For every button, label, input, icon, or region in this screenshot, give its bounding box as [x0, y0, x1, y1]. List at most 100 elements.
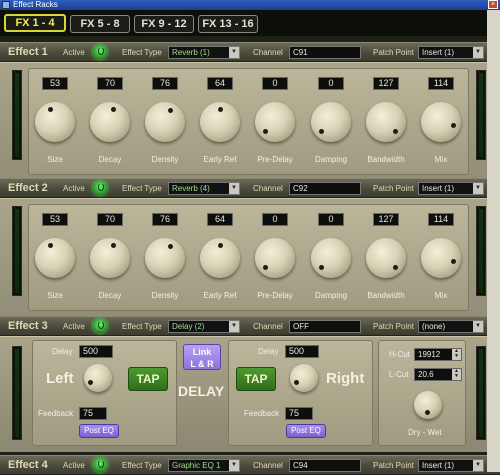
chevron-down-icon[interactable]: ▼ [229, 321, 239, 332]
post-eq-right-button[interactable]: Post EQ [286, 424, 326, 438]
parameter-knob[interactable] [255, 102, 295, 142]
effect-type-dropdown[interactable]: Graphic EQ 1 ▼ [168, 459, 240, 472]
parameter-value[interactable]: 127 [373, 77, 399, 90]
close-button[interactable]: × [488, 0, 498, 9]
effect-type-value: Reverb (1) [172, 48, 210, 57]
parameter-value[interactable]: 0 [318, 77, 344, 90]
parameter-knob[interactable] [311, 102, 351, 142]
parameter-knob[interactable] [35, 238, 75, 278]
post-eq-left-button[interactable]: Post EQ [79, 424, 119, 438]
delay-right-knob[interactable] [290, 364, 318, 392]
parameter-knob[interactable] [90, 238, 130, 278]
active-power-button[interactable] [93, 181, 107, 195]
chevron-down-icon[interactable]: ▼ [473, 183, 483, 194]
left-channel-label: Left [46, 370, 74, 387]
tab-fx-5-8[interactable]: FX 5 - 8 [70, 15, 130, 33]
channel-field[interactable]: C94 [289, 459, 361, 472]
effect-name: Effect 3 [8, 320, 48, 332]
knob-indicator [392, 128, 398, 134]
hcut-field[interactable]: 19912 ▲ ▼ [414, 348, 462, 361]
chevron-down-icon[interactable]: ▼ [229, 47, 239, 58]
delay-right-value[interactable]: 500 [285, 345, 319, 358]
knob-indicator [450, 259, 456, 265]
chevron-down-icon[interactable]: ▼ [473, 460, 483, 471]
spinner-icon[interactable]: ▲ ▼ [452, 369, 461, 380]
feedback-right-value[interactable]: 75 [285, 407, 313, 420]
lcut-field[interactable]: 20.6 ▲ ▼ [414, 368, 462, 381]
parameter-value[interactable]: 114 [428, 213, 454, 226]
parameter-value[interactable]: 64 [207, 213, 233, 226]
window-title: Effect Racks [13, 0, 58, 9]
effect-type-dropdown[interactable]: Reverb (1) ▼ [168, 46, 240, 59]
parameter-value[interactable]: 76 [152, 77, 178, 90]
effect-type-dropdown[interactable]: Reverb (4) ▼ [168, 182, 240, 195]
patch-point-dropdown[interactable]: Insert (1) ▼ [418, 46, 484, 59]
active-power-button[interactable] [93, 458, 107, 472]
parameter-value[interactable]: 76 [152, 213, 178, 226]
parameter-knob[interactable] [311, 238, 351, 278]
patch-point-dropdown[interactable]: Insert (1) ▼ [418, 459, 484, 472]
tab-fx-1-4[interactable]: FX 1 - 4 [4, 14, 66, 32]
parameter-knob[interactable] [421, 102, 461, 142]
parameter-value[interactable]: 53 [42, 77, 68, 90]
parameter-knob[interactable] [145, 238, 185, 278]
parameter-value[interactable]: 53 [42, 213, 68, 226]
dry-wet-knob[interactable] [414, 391, 442, 419]
chevron-down-icon[interactable]: ▼ [229, 460, 239, 471]
parameter-value[interactable]: 114 [428, 77, 454, 90]
parameter-knob[interactable] [366, 102, 406, 142]
parameter-value[interactable]: 0 [262, 213, 288, 226]
channel-field[interactable]: C91 [289, 46, 361, 59]
parameter-value[interactable]: 64 [207, 77, 233, 90]
parameter-knob[interactable] [366, 238, 406, 278]
tab-fx-9-12[interactable]: FX 9 - 12 [134, 15, 194, 33]
parameter-value[interactable]: 0 [262, 77, 288, 90]
link-l-r-button[interactable]: Link L & R [183, 344, 221, 370]
parameter-knob[interactable] [255, 238, 295, 278]
delay-left-knob[interactable] [84, 364, 112, 392]
parameter-label: Decay [98, 155, 122, 164]
tap-right-button[interactable]: TAP [236, 367, 276, 391]
parameter-knob[interactable] [200, 102, 240, 142]
parameter-knob[interactable] [200, 238, 240, 278]
effect-type-value: Graphic EQ 1 [172, 461, 221, 470]
channel-label: Channel [253, 322, 283, 331]
delay-left-value[interactable]: 500 [79, 345, 113, 358]
lcut-label: L-Cut [389, 370, 409, 379]
hcut-label: H-Cut [389, 350, 410, 359]
parameter-value[interactable]: 70 [97, 77, 123, 90]
effect-type-dropdown[interactable]: Delay (2) ▼ [168, 320, 240, 333]
feedback-left-label: Feedback [38, 409, 74, 418]
tap-left-button[interactable]: TAP [128, 367, 168, 391]
parameter-value[interactable]: 0 [318, 213, 344, 226]
channel-label: Channel [253, 461, 283, 470]
parameter-value[interactable]: 127 [373, 213, 399, 226]
chevron-down-icon[interactable]: ▼ [473, 321, 483, 332]
feedback-left-value[interactable]: 75 [79, 407, 107, 420]
spinner-icon[interactable]: ▲ ▼ [452, 349, 461, 360]
tab-fx-13-16[interactable]: FX 13 - 16 [198, 15, 258, 33]
effect-type-label: Effect Type [122, 322, 162, 331]
chevron-down-icon[interactable]: ▼ [229, 183, 239, 194]
channel-field[interactable]: C92 [289, 182, 361, 195]
scrollbar[interactable] [487, 10, 500, 472]
knob-indicator [110, 106, 116, 112]
active-power-button[interactable] [93, 45, 107, 59]
delay-title: DELAY [178, 383, 225, 399]
patch-point-dropdown[interactable]: Insert (1) ▼ [418, 182, 484, 195]
active-power-button[interactable] [93, 319, 107, 333]
parameter-knob[interactable] [90, 102, 130, 142]
patch-point-label: Patch Point [373, 184, 414, 193]
active-label: Active [63, 48, 85, 57]
effect-type-value: Reverb (4) [172, 184, 210, 193]
level-meter-left [12, 70, 22, 160]
parameter-knob[interactable] [145, 102, 185, 142]
parameter-knob[interactable] [35, 102, 75, 142]
parameter-value[interactable]: 70 [97, 213, 123, 226]
parameter-knob[interactable] [421, 238, 461, 278]
patch-point-value: (none) [422, 322, 446, 331]
patch-point-dropdown[interactable]: (none) ▼ [418, 320, 484, 333]
channel-field[interactable]: OFF [289, 320, 361, 333]
chevron-down-icon[interactable]: ▼ [473, 47, 483, 58]
patch-point-value: Insert (1) [422, 461, 455, 470]
